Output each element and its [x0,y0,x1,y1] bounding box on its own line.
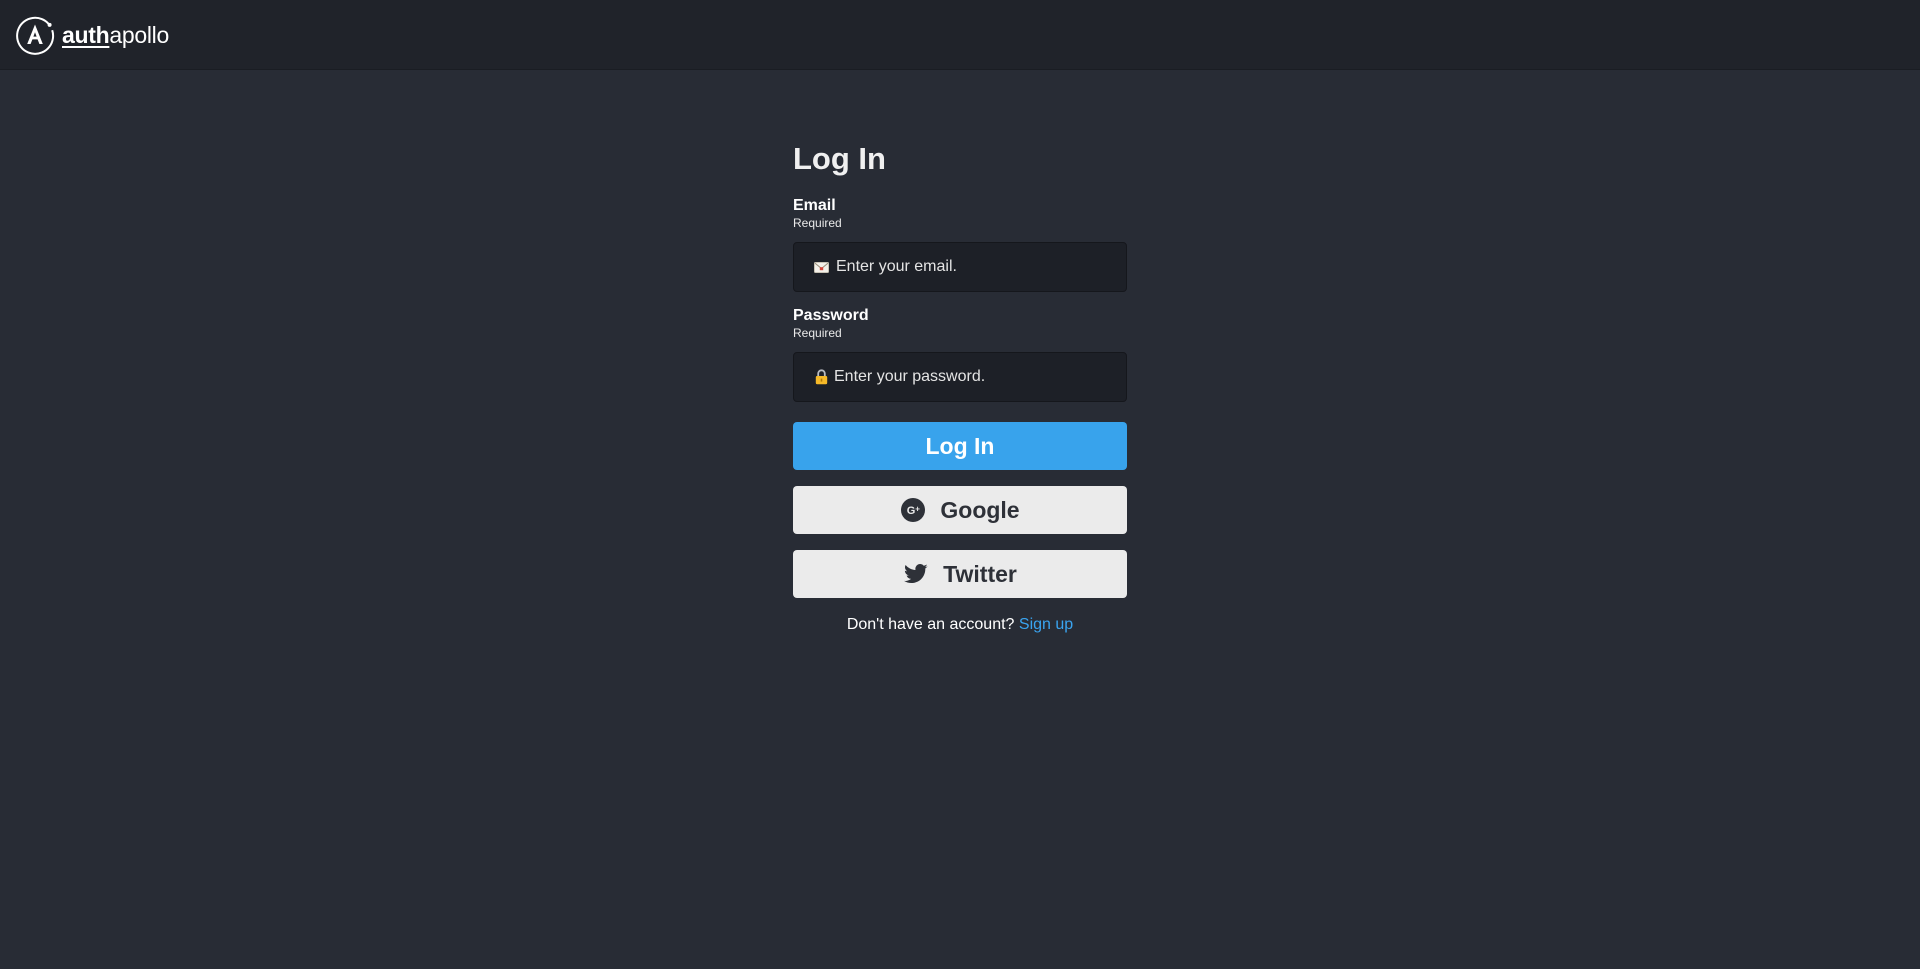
password-field-container [793,352,1127,402]
email-field-container [793,242,1127,292]
google-plus-icon: G + [900,497,926,523]
signup-prompt: Don't have an account? [846,616,1015,633]
logo-text-auth: auth [62,22,110,48]
google-login-button[interactable]: G + Google [793,486,1127,534]
envelope-icon [813,259,830,276]
password-required-hint: Required [793,326,842,340]
apollo-logo-icon [16,16,55,55]
top-navigation-bar: authapollo [0,0,1920,70]
lock-icon [813,369,830,386]
password-label: Password [793,307,869,324]
password-input[interactable] [834,353,1126,401]
authapollo-logo-link[interactable]: authapollo [15,15,169,55]
email-required-hint: Required [793,216,842,230]
logo-wordmark: authapollo [62,15,169,55]
svg-text:G: G [907,505,916,517]
signup-row: Don't have an account? Sign up [793,615,1127,635]
login-form: Log In Email Required Password Required … [793,138,1127,635]
twitter-button-label: Twitter [943,560,1017,587]
twitter-login-button[interactable]: Twitter [793,550,1127,598]
twitter-bird-icon [903,561,929,587]
email-label: Email [793,197,836,214]
login-button[interactable]: Log In [793,422,1127,470]
google-button-label: Google [940,496,1020,523]
signup-link[interactable]: Sign up [1019,616,1073,633]
page-title: Log In [793,141,886,176]
logo-text-apollo: apollo [109,22,169,48]
email-input[interactable] [836,243,1126,291]
svg-text:+: + [916,505,921,514]
